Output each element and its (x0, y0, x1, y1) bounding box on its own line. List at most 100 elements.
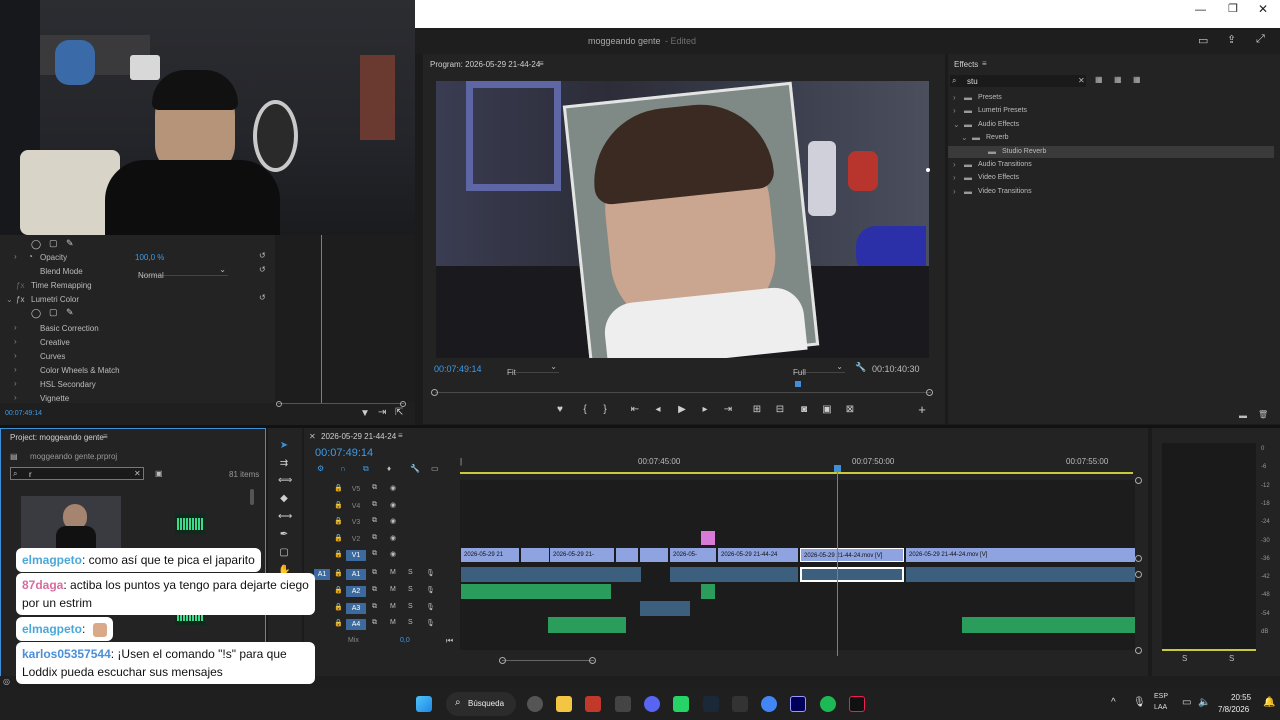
track-select-icon[interactable]: ⇉ (278, 458, 290, 470)
minimize-icon[interactable]: — (1195, 4, 1206, 16)
effects-tree-item[interactable]: › ▬ Video Effects (948, 172, 1274, 184)
menu-icon[interactable]: ≡ (103, 432, 108, 441)
lumetri-section[interactable]: Color Wheels & Match (40, 366, 120, 375)
chevron-icon[interactable]: ⌄ (953, 120, 960, 129)
timeline-scrollbar[interactable] (502, 660, 594, 661)
mix-value[interactable]: 0,0 (400, 637, 410, 644)
folder-icon[interactable]: ▬ (1239, 411, 1247, 420)
snap-icon[interactable]: ∩ (340, 464, 346, 473)
sequence-tab[interactable]: 2026-05-29 21-44-24 (321, 432, 396, 441)
32bit-icon[interactable]: ▦ (1114, 75, 1122, 84)
audio-thumbnail[interactable] (175, 514, 205, 534)
effects-tree-item[interactable]: ⌄ ▬ Reverb (948, 132, 1274, 144)
reset-icon[interactable]: ↺ (259, 293, 266, 302)
solo-right[interactable]: S (1229, 654, 1234, 663)
project-search-input[interactable]: ⌕ r ✕ (10, 467, 144, 480)
lock-icon[interactable]: 🔒 (334, 550, 343, 558)
track-label[interactable]: V5 (346, 484, 366, 495)
network-icon[interactable]: ▭ (1182, 697, 1191, 708)
windows-start-icon[interactable] (416, 696, 432, 712)
export-icon[interactable]: ⇥ (378, 407, 386, 418)
step-back-icon[interactable]: ◂ (652, 404, 664, 416)
eye-icon[interactable]: ◉ (390, 484, 396, 492)
chevron-icon[interactable]: › (953, 187, 956, 196)
mute-icon[interactable]: M (390, 619, 396, 626)
audio-clip-a3[interactable] (640, 601, 690, 616)
compare-icon[interactable]: ▣ (821, 404, 833, 416)
captions-icon[interactable]: ▭ (431, 464, 439, 473)
play-icon[interactable]: ▶ (676, 404, 688, 416)
sync-icon[interactable]: ⧉ (372, 534, 377, 542)
sync-icon[interactable]: ⧉ (372, 619, 377, 627)
eye-icon[interactable]: ◉ (390, 501, 396, 509)
razor-icon[interactable]: ◆ (278, 493, 290, 505)
expand-arrow-icon[interactable]: › (14, 252, 17, 261)
ec-scroll-handle[interactable] (400, 401, 406, 407)
video-track-header[interactable]: V5 🔒 ⧉ ◉ (304, 482, 460, 497)
audio-clip-a1-selected[interactable] (800, 567, 904, 582)
audio-clip-a1[interactable] (670, 567, 798, 582)
add-marker-icon[interactable]: ♦ (387, 464, 391, 473)
expand-arrow-icon[interactable]: › (14, 365, 17, 374)
mic-icon[interactable]: 🎙 (426, 619, 435, 627)
chevron-icon[interactable]: › (953, 93, 956, 102)
sync-icon[interactable]: ⧉ (372, 603, 377, 611)
ripple-edit-icon[interactable]: ⟺ (278, 475, 292, 487)
mute-icon[interactable]: M (390, 586, 396, 593)
solo-icon[interactable]: S (408, 586, 413, 593)
collapse-arrow-icon[interactable]: ⌄ (6, 295, 13, 304)
scroll-handle[interactable] (589, 657, 596, 664)
scrub-handle[interactable] (431, 389, 438, 396)
mute-icon[interactable]: M (390, 603, 396, 610)
video-track-header[interactable]: V1 🔒 ⧉ ◉ (304, 548, 460, 563)
vscroll-handle[interactable] (1135, 477, 1142, 484)
mic-icon[interactable]: 🎙 (426, 586, 435, 594)
video-clip[interactable]: 2026-05- (670, 548, 716, 562)
video-clip[interactable]: 2026-05-29 21-44-24 (718, 548, 798, 562)
chevron-icon[interactable]: ⌄ (961, 133, 968, 142)
new-bin-icon[interactable]: ▣ (155, 469, 163, 478)
accelerated-icon[interactable]: ▦ (1095, 75, 1103, 84)
lock-icon[interactable]: 🔒 (334, 619, 343, 627)
lock-icon[interactable]: 🔒 (334, 603, 343, 611)
audio-clip-a4[interactable] (548, 617, 626, 633)
vscroll-handle[interactable] (1135, 555, 1142, 562)
fullscreen-icon[interactable]: ⤢ (1256, 33, 1265, 46)
step-forward-icon[interactable]: ▸ (699, 404, 711, 416)
slip-icon[interactable]: ⟷ (278, 511, 292, 523)
save-icon[interactable]: ⇱ (395, 407, 403, 418)
track-label[interactable]: A1 (346, 569, 366, 580)
spotify-icon[interactable] (820, 696, 836, 712)
video-track-header[interactable]: V2 🔒 ⧉ ◉ (304, 532, 460, 547)
eye-icon[interactable]: ◉ (390, 517, 396, 525)
lift-icon[interactable]: ⊞ (751, 404, 763, 416)
audio-track-header[interactable]: A1 A1 🔒 ⧉ M S 🎙 (304, 567, 460, 582)
quality-select[interactable]: Full ⌄ (793, 362, 845, 377)
program-playhead[interactable] (795, 381, 801, 387)
lock-icon[interactable]: 🔒 (334, 569, 343, 577)
clear-icon[interactable]: ✕ (134, 469, 141, 478)
reset-icon[interactable]: ↺ (259, 265, 266, 274)
sync-icon[interactable]: ⧉ (372, 569, 377, 577)
yuv-icon[interactable]: ▦ (1133, 75, 1141, 84)
video-clip[interactable] (616, 548, 638, 562)
selection-tool-icon[interactable]: ➤ (278, 440, 290, 452)
scroll-handle[interactable] (499, 657, 506, 664)
restore-icon[interactable]: ❐ (1228, 2, 1238, 15)
steam-icon[interactable] (703, 696, 719, 712)
menu-icon[interactable]: ≡ (539, 59, 544, 68)
notification-icon[interactable]: 🔔 (1263, 697, 1275, 708)
track-label[interactable]: A3 (346, 602, 366, 614)
playhead-handle[interactable] (834, 465, 841, 472)
effects-tree-item[interactable]: ▬ Studio Reverb (948, 145, 1274, 158)
lock-icon[interactable]: 🔒 (334, 501, 343, 509)
nest-icon[interactable]: ⚙ (317, 464, 324, 473)
blend-mode-select[interactable]: Normal ⌄ (138, 265, 228, 280)
lumetri-label[interactable]: Lumetri Color (31, 295, 79, 304)
menu-icon[interactable]: ≡ (398, 431, 403, 440)
video-clip[interactable]: 2026-05-29 21- (550, 548, 614, 562)
expand-arrow-icon[interactable]: › (14, 323, 17, 332)
audio-track-header[interactable]: A4 🔒 ⧉ M S 🎙 (304, 617, 460, 632)
clear-icon[interactable]: ✕ (1078, 76, 1085, 85)
expand-arrow-icon[interactable]: › (14, 337, 17, 346)
